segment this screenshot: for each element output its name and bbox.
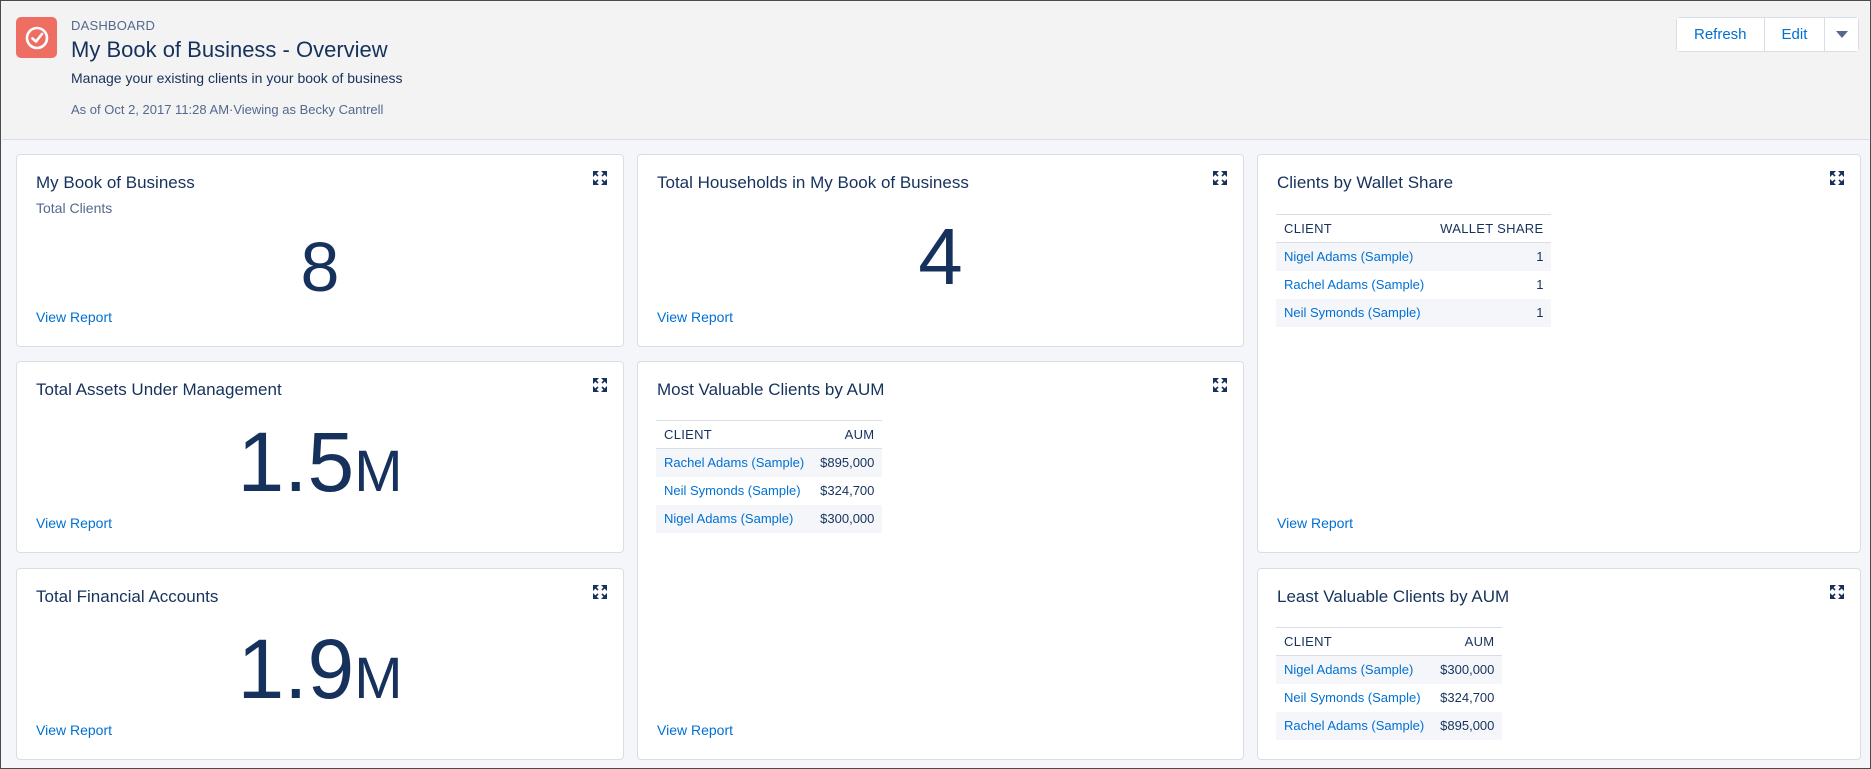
client-link[interactable]: Neil Symonds (Sample)	[1284, 690, 1421, 705]
card-most-valuable-clients: Most Valuable Clients by AUM CLIENT AUM …	[637, 361, 1244, 760]
client-link[interactable]: Rachel Adams (Sample)	[1284, 277, 1424, 292]
client-link[interactable]: Rachel Adams (Sample)	[664, 455, 804, 470]
view-report-link[interactable]: View Report	[657, 309, 733, 325]
least-valuable-table: CLIENT AUM Nigel Adams (Sample) $300,000…	[1276, 627, 1503, 740]
aum-value: $300,000	[1432, 655, 1503, 684]
client-link[interactable]: Neil Symonds (Sample)	[664, 483, 801, 498]
most-valuable-table: CLIENT AUM Rachel Adams (Sample) $895,00…	[656, 420, 883, 533]
view-report-link[interactable]: View Report	[36, 309, 112, 325]
client-link[interactable]: Nigel Adams (Sample)	[1284, 662, 1413, 677]
refresh-button[interactable]: Refresh	[1677, 18, 1764, 51]
metric-number: 1.9	[237, 622, 355, 716]
aum-value: $324,700	[820, 483, 875, 498]
table-row: Nigel Adams (Sample) 1	[1276, 242, 1552, 271]
table-row: Nigel Adams (Sample) $300,000	[656, 504, 883, 533]
card-least-valuable-clients: Least Valuable Clients by AUM CLIENT AUM…	[1257, 568, 1861, 760]
table-row: Neil Symonds (Sample) 1	[1276, 298, 1552, 327]
aum-value: $895,000	[812, 448, 883, 477]
expand-icon[interactable]	[1830, 171, 1844, 185]
more-actions-button[interactable]	[1824, 18, 1859, 51]
column-header-client: CLIENT	[1276, 214, 1433, 243]
metric-value: 1.5M	[17, 412, 623, 522]
table-row: Nigel Adams (Sample) $300,000	[1276, 655, 1503, 684]
table-row: Rachel Adams (Sample) $895,000	[656, 448, 883, 477]
expand-icon[interactable]	[1830, 585, 1844, 599]
column-header-aum: AUM	[812, 420, 883, 449]
view-report-link[interactable]: View Report	[1277, 515, 1353, 531]
metric-value: 1.9M	[17, 619, 623, 729]
wallet-share-value: 1	[1432, 298, 1552, 327]
column-header-aum: AUM	[1432, 627, 1503, 656]
card-title: My Book of Business	[36, 173, 195, 192]
page-title: My Book of Business - Overview	[71, 37, 388, 62]
edit-button[interactable]: Edit	[1763, 18, 1825, 51]
chevron-down-icon	[1835, 30, 1848, 38]
table-row: Rachel Adams (Sample) $895,000	[1276, 711, 1503, 740]
card-clients-wallet-share: Clients by Wallet Share CLIENT WALLET SH…	[1257, 154, 1861, 553]
page-header: DASHBOARD My Book of Business - Overview…	[2, 2, 1869, 140]
metric-suffix: M	[354, 646, 403, 711]
card-title: Total Households in My Book of Business	[657, 173, 969, 192]
header-button-group: Refresh Edit	[1676, 17, 1860, 52]
table-row: Neil Symonds (Sample) $324,700	[1276, 684, 1502, 712]
column-header-wallet-share: WALLET SHARE	[1432, 214, 1552, 243]
page-meta: As of Oct 2, 2017 11:28 AM·Viewing as Be…	[71, 102, 384, 117]
client-link[interactable]: Rachel Adams (Sample)	[1284, 718, 1424, 733]
view-report-link[interactable]: View Report	[36, 722, 112, 738]
wallet-share-value: 1	[1536, 277, 1544, 292]
expand-icon[interactable]	[1213, 378, 1227, 392]
view-report-link[interactable]: View Report	[657, 722, 733, 738]
view-report-link[interactable]: View Report	[36, 515, 112, 531]
wallet-share-value: 1	[1432, 242, 1552, 271]
client-link[interactable]: Nigel Adams (Sample)	[1284, 249, 1413, 264]
metric-number: 1.5	[237, 415, 355, 509]
client-link[interactable]: Neil Symonds (Sample)	[1284, 305, 1421, 320]
card-total-financial-accounts: Total Financial Accounts 1.9M View Repor…	[16, 568, 624, 760]
table-row: Neil Symonds (Sample) $324,700	[656, 477, 882, 505]
column-header-client: CLIENT	[656, 420, 813, 449]
expand-icon[interactable]	[593, 585, 607, 599]
card-book-of-business: My Book of Business Total Clients 8 View…	[16, 154, 624, 347]
metric-value: 4	[918, 212, 963, 301]
card-total-assets: Total Assets Under Management 1.5M View …	[16, 361, 624, 553]
column-header-client: CLIENT	[1276, 627, 1433, 656]
page-eyebrow: DASHBOARD	[71, 18, 156, 33]
card-title: Total Financial Accounts	[36, 587, 219, 606]
aum-value: $324,700	[1440, 690, 1495, 705]
expand-icon[interactable]	[593, 171, 607, 185]
aum-value: $895,000	[1432, 711, 1503, 740]
app-frame: DASHBOARD My Book of Business - Overview…	[0, 0, 1871, 769]
card-title: Total Assets Under Management	[36, 380, 282, 399]
card-subtitle: Total Clients	[36, 200, 113, 216]
table-row: Rachel Adams (Sample) 1	[1276, 271, 1551, 299]
expand-icon[interactable]	[593, 378, 607, 392]
card-title: Least Valuable Clients by AUM	[1277, 587, 1510, 606]
expand-icon[interactable]	[1213, 171, 1227, 185]
metric-value: 8	[300, 228, 340, 306]
page-description: Manage your existing clients in your boo…	[71, 70, 403, 86]
wallet-share-table: CLIENT WALLET SHARE Nigel Adams (Sample)…	[1276, 214, 1552, 327]
card-title: Clients by Wallet Share	[1277, 173, 1454, 192]
aum-value: $300,000	[812, 504, 883, 533]
client-link[interactable]: Nigel Adams (Sample)	[664, 511, 793, 526]
dashboard-gauge-icon	[16, 17, 57, 58]
metric-suffix: M	[354, 439, 403, 504]
card-total-households: Total Households in My Book of Business …	[637, 154, 1244, 347]
card-title: Most Valuable Clients by AUM	[657, 380, 885, 399]
